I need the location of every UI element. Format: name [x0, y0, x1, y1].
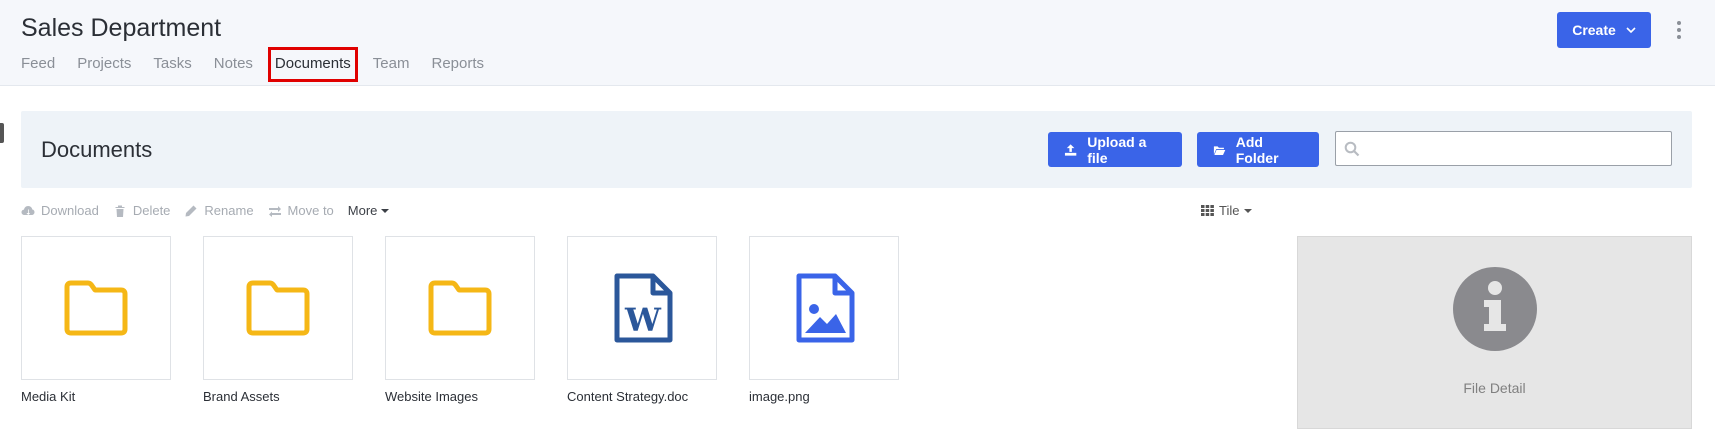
- swap-arrows-icon: [268, 205, 281, 217]
- create-button[interactable]: Create: [1557, 12, 1651, 48]
- trash-icon: [115, 205, 125, 217]
- file-tile-image-png[interactable]: image.png: [749, 236, 899, 404]
- caret-down-icon: [381, 208, 390, 213]
- pencil-icon: [185, 205, 197, 216]
- tile-name: image.png: [749, 389, 810, 404]
- tile-thumbnail: W: [567, 236, 717, 380]
- documents-title: Documents: [41, 137, 153, 162]
- search-box[interactable]: [1335, 131, 1672, 166]
- tile-thumbnail: [203, 236, 353, 380]
- tab-tasks[interactable]: Tasks: [153, 54, 191, 74]
- file-tile-content-strategy[interactable]: W Content Strategy.doc: [567, 236, 717, 404]
- file-detail-label: File Detail: [1463, 380, 1526, 396]
- search-input[interactable]: [1368, 134, 1666, 163]
- file-tile-brand-assets[interactable]: Brand Assets: [203, 236, 353, 404]
- delete-button[interactable]: Delete: [113, 203, 171, 218]
- rename-label: Rename: [204, 203, 254, 218]
- tile-thumbnail: [21, 236, 171, 380]
- grid-icon: [1201, 205, 1214, 216]
- tab-reports[interactable]: Reports: [431, 54, 484, 74]
- tab-team[interactable]: Team: [373, 54, 410, 74]
- folder-icon: [246, 280, 310, 336]
- file-tile-website-images[interactable]: Website Images: [385, 236, 535, 404]
- download-label: Download: [41, 203, 99, 218]
- file-detail-panel: File Detail: [1297, 236, 1692, 429]
- file-toolbar: Download Delete Rename Move to More: [21, 203, 403, 218]
- more-label: More: [347, 203, 378, 218]
- documents-panel: Documents Upload a file Add Folder: [21, 111, 1692, 188]
- download-button[interactable]: Download: [21, 203, 99, 218]
- file-tile-media-kit[interactable]: Media Kit: [21, 236, 171, 404]
- tab-notes[interactable]: Notes: [214, 54, 253, 74]
- tile-name: Brand Assets: [203, 389, 280, 404]
- tile-name: Media Kit: [21, 389, 76, 404]
- nav-tabs: Feed Projects Tasks Notes Documents Team…: [21, 47, 506, 82]
- folder-icon: [64, 280, 128, 336]
- move-to-button[interactable]: Move to: [268, 203, 334, 218]
- svg-text:W: W: [624, 301, 662, 339]
- chevron-down-icon: [1626, 27, 1636, 34]
- more-options-icon[interactable]: [1672, 18, 1686, 42]
- tab-documents[interactable]: Documents: [267, 47, 358, 82]
- caret-down-icon: [1244, 208, 1253, 213]
- tile-thumbnail: [385, 236, 535, 380]
- page-header: Sales Department Feed Projects Tasks Not…: [0, 0, 1715, 86]
- tab-projects[interactable]: Projects: [77, 54, 131, 74]
- upload-icon: [1064, 143, 1077, 156]
- upload-file-label: Upload a file: [1087, 133, 1147, 166]
- tile-thumbnail: [749, 236, 899, 380]
- tab-feed[interactable]: Feed: [21, 54, 55, 74]
- word-doc-icon: W: [614, 273, 673, 343]
- view-mode-label: Tile: [1219, 203, 1240, 218]
- add-folder-label: Add Folder: [1235, 133, 1279, 166]
- search-icon: [1344, 141, 1360, 157]
- folder-icon: [428, 280, 492, 336]
- rename-button[interactable]: Rename: [184, 203, 254, 218]
- folder-open-icon: [1213, 145, 1226, 155]
- tile-name: Content Strategy.doc: [567, 389, 689, 404]
- more-dropdown[interactable]: More: [348, 203, 390, 218]
- add-folder-button[interactable]: Add Folder: [1197, 132, 1319, 167]
- create-button-label: Create: [1572, 22, 1616, 38]
- cloud-download-icon: [21, 205, 35, 215]
- info-icon: [1453, 267, 1537, 351]
- sidebar-toggle-handle[interactable]: [0, 123, 4, 143]
- move-to-label: Move to: [287, 203, 334, 218]
- delete-label: Delete: [132, 203, 171, 218]
- tile-name: Website Images: [385, 389, 478, 404]
- page-title: Sales Department: [21, 14, 222, 42]
- view-mode-dropdown[interactable]: Tile: [1201, 203, 1253, 218]
- upload-file-button[interactable]: Upload a file: [1048, 132, 1182, 167]
- image-file-icon: [796, 273, 855, 343]
